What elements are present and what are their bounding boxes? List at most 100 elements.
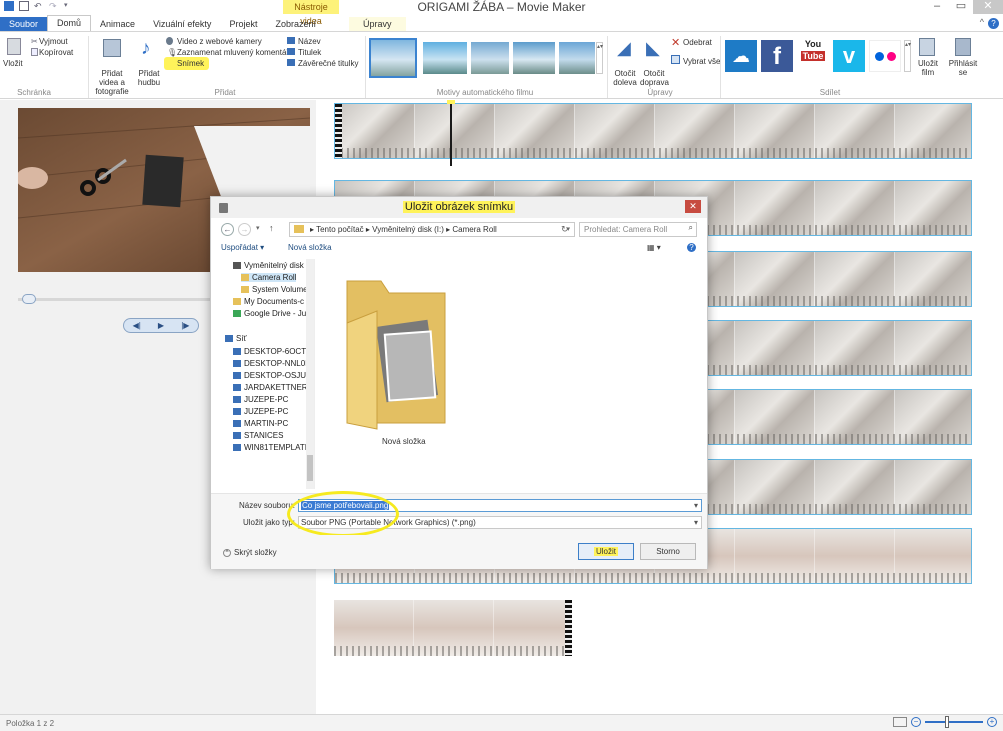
rotate-right-button[interactable]: Otočit doprava (640, 69, 669, 87)
filmstrip-edge (565, 600, 572, 656)
back-icon[interactable]: ← (221, 223, 234, 236)
add-music-button[interactable]: Přidat hudbu (135, 69, 163, 87)
theme-thumbnail-5[interactable] (559, 42, 595, 74)
forward-icon[interactable]: → (238, 223, 251, 236)
dialog-help-icon[interactable]: ? (687, 243, 696, 252)
clip-strip[interactable] (334, 600, 572, 656)
theme-thumbnail-4[interactable] (513, 42, 555, 74)
zoom-in-icon[interactable]: + (987, 717, 997, 727)
cut-button[interactable]: Vyjmout (39, 37, 68, 46)
help-icon[interactable]: ? (988, 18, 999, 29)
clip-strip[interactable] (334, 103, 972, 159)
nav-item[interactable]: DESKTOP-NNL0F (233, 359, 310, 368)
breadcrumb-this-pc[interactable]: Tento počítač (316, 225, 364, 234)
previous-frame-icon[interactable]: ◀| (133, 321, 141, 330)
record-narration-button[interactable]: Zaznamenat mluvený komentář (177, 48, 289, 57)
tab-animations[interactable]: Animace (91, 17, 144, 31)
tab-view[interactable]: Zobrazení (266, 17, 325, 31)
zoom-out-icon[interactable]: − (911, 717, 921, 727)
breadcrumb-camera-roll[interactable]: Camera Roll (452, 225, 496, 234)
up-folder-icon[interactable]: ↑ (269, 223, 274, 233)
thumbnail-size-icon[interactable] (893, 717, 907, 727)
paste-icon[interactable] (7, 38, 21, 55)
filetype-dropdown-icon[interactable]: ▾ (694, 517, 698, 528)
status-bar: Položka 1 z 2 − + (0, 714, 1003, 731)
nav-item[interactable]: JUZEPE-PC (233, 407, 288, 416)
nav-item[interactable]: STANICES (233, 431, 283, 440)
flickr-icon[interactable] (869, 40, 901, 72)
breadcrumb-removable-disk[interactable]: Vyměnitelný disk (I:) (372, 225, 444, 234)
organize-button[interactable]: Uspořádat ▾ (221, 243, 264, 252)
webcam-video-button[interactable]: Video z webové kamery (177, 37, 262, 46)
collapse-ribbon-icon[interactable]: ^ (980, 17, 984, 27)
next-frame-icon[interactable]: |▶ (181, 321, 189, 330)
group-label-add: Přidat (214, 88, 236, 97)
nav-item[interactable]: DESKTOP-6OCTJ (233, 347, 310, 356)
youtube-icon[interactable]: You Tube (797, 38, 829, 72)
refresh-icon[interactable]: ↻ (561, 224, 569, 235)
paste-button[interactable]: Vložit (3, 59, 23, 68)
play-icon[interactable]: ▶ (158, 321, 164, 330)
nav-item[interactable]: My Documents-c (233, 297, 304, 306)
themes-more-icon[interactable]: ▴▾ (596, 42, 603, 74)
recent-locations-icon[interactable]: ▾ (256, 224, 260, 232)
nav-item[interactable]: JARDAKETTNER- (233, 383, 310, 392)
nav-item[interactable]: Google Drive - Ju (233, 309, 306, 318)
credits-button[interactable]: Závěrečné titulky (298, 59, 358, 68)
nav-item[interactable]: System Volume (241, 285, 308, 294)
maximize-button[interactable]: ▭ (949, 0, 973, 14)
nav-item[interactable]: WIN81TEMPLATI (233, 443, 307, 452)
view-options-icon[interactable]: ▦ ▾ (647, 243, 661, 252)
new-folder-icon[interactable] (337, 263, 457, 433)
seek-thumb[interactable] (22, 294, 36, 304)
close-window-button[interactable]: ✕ (973, 0, 1003, 14)
save-movie-button[interactable]: Uložit film (913, 59, 943, 77)
select-all-button[interactable]: Vybrat vše (683, 57, 721, 66)
zoom-slider[interactable] (925, 716, 983, 728)
tab-file[interactable]: Soubor (0, 17, 48, 31)
highlight-annotation (287, 491, 399, 537)
theme-thumbnail-3[interactable] (471, 42, 509, 74)
select-all-icon (671, 55, 680, 64)
scrollbar-thumb[interactable] (307, 455, 313, 481)
new-folder-label[interactable]: Nová složka (382, 437, 426, 446)
tab-home[interactable]: Domů (47, 15, 92, 31)
hide-folders-toggle[interactable]: ^ Skrýt složky (223, 548, 277, 557)
vimeo-icon[interactable]: v (833, 40, 865, 72)
remove-button[interactable]: Odebrat (683, 38, 712, 47)
cancel-button[interactable]: Storno (640, 543, 696, 560)
filename-dropdown-icon[interactable]: ▾ (694, 500, 698, 511)
sign-in-button[interactable]: Přihlásit se (948, 59, 978, 77)
file-list[interactable]: Nová složka (317, 259, 697, 489)
nav-item[interactable]: DESKTOP-OSJUA (233, 371, 311, 380)
tab-project[interactable]: Projekt (220, 17, 266, 31)
address-bar[interactable]: ▸ Tento počítač ▸ Vyměnitelný disk (I:) … (289, 222, 575, 237)
facebook-icon[interactable]: f (761, 40, 793, 72)
snapshot-button[interactable]: Snímek (177, 59, 204, 68)
nav-item-icon (241, 286, 249, 293)
minimize-button[interactable]: – (925, 0, 949, 14)
share-more-icon[interactable]: ▴▾ (904, 40, 911, 72)
nav-item[interactable]: Camera Roll (241, 273, 297, 282)
theme-thumbnail-2[interactable] (423, 42, 467, 74)
search-input[interactable]: Prohledat: Camera Roll (579, 222, 697, 237)
copy-button[interactable]: Kopírovat (39, 48, 73, 57)
rotate-left-button[interactable]: Otočit doleva (612, 69, 638, 87)
title-button[interactable]: Název (298, 37, 321, 46)
nav-item[interactable]: JUZEPE-PC (233, 395, 288, 404)
new-folder-button[interactable]: Nová složka (288, 243, 332, 252)
nav-item[interactable]: Síť (225, 334, 247, 343)
nav-item-label: DESKTOP-6OCTJ (244, 347, 311, 356)
playhead[interactable] (450, 104, 452, 166)
tab-edit[interactable]: Úpravy (348, 17, 406, 31)
theme-thumbnail-1[interactable] (369, 38, 417, 78)
onedrive-icon[interactable]: ☁ (725, 40, 757, 72)
caption-button[interactable]: Titulek (298, 48, 321, 57)
add-videos-photos-button[interactable]: Přidat videa a fotografie (92, 69, 132, 96)
group-label-themes: Motivy automatického filmu (436, 88, 534, 97)
nav-item[interactable]: Vyměnitelný disk (233, 261, 304, 270)
dialog-close-button[interactable]: ✕ (685, 200, 701, 213)
nav-item[interactable]: MARTIN-PC (233, 419, 288, 428)
tab-visual-effects[interactable]: Vizuální efekty (144, 17, 220, 31)
save-button[interactable]: Uložit (578, 543, 634, 560)
